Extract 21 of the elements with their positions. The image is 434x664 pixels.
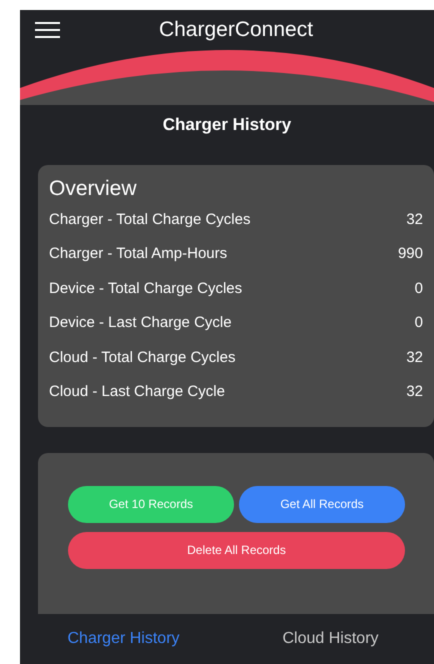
stat-label: Charger - Total Charge Cycles bbox=[49, 211, 250, 228]
stat-label: Cloud - Last Charge Cycle bbox=[49, 382, 225, 400]
card-title: Overview bbox=[49, 177, 138, 201]
stat-label: Device - Last Charge Cycle bbox=[49, 314, 232, 332]
action-button[interactable]: Get All Records bbox=[239, 486, 405, 524]
tab[interactable]: Charger History bbox=[67, 630, 180, 648]
stat-value: 0 bbox=[414, 314, 423, 332]
stat-label: Device - Total Charge Cycles bbox=[49, 280, 242, 297]
action-button[interactable]: Get 10 Records bbox=[68, 486, 234, 524]
stat-value: 32 bbox=[406, 348, 423, 366]
menu-icon[interactable] bbox=[35, 22, 60, 38]
tab[interactable]: Cloud History bbox=[282, 630, 379, 648]
stat-value: 0 bbox=[414, 280, 423, 297]
app-title: ChargerConnect bbox=[158, 18, 314, 42]
stat-label: Charger - Total Amp-Hours bbox=[49, 245, 228, 262]
page-title: Charger History bbox=[162, 115, 292, 135]
stat-value: 32 bbox=[406, 211, 423, 228]
stat-value: 990 bbox=[398, 245, 423, 262]
stat-label: Cloud - Total Charge Cycles bbox=[49, 348, 236, 366]
stat-value: 32 bbox=[406, 382, 423, 400]
action-button[interactable]: Delete All Records bbox=[68, 532, 405, 570]
